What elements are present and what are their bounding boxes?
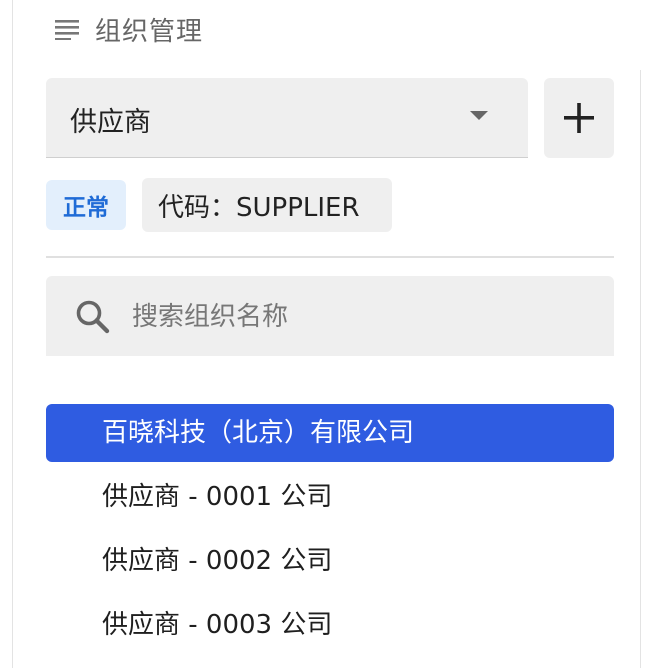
panel-right-border xyxy=(640,70,641,668)
menu-icon xyxy=(55,20,79,40)
status-badge: 正常 xyxy=(46,180,126,230)
list-item[interactable]: 供应商 - 0002 公司 xyxy=(46,532,614,590)
org-type-select-value: 供应商 xyxy=(70,107,151,138)
search-icon xyxy=(76,300,110,334)
org-type-select[interactable]: 供应商 xyxy=(46,78,528,158)
search-box xyxy=(46,276,614,356)
code-chip: 代码：SUPPLIER xyxy=(142,178,392,232)
panel-header: 组织管理 xyxy=(55,12,204,47)
list-item[interactable]: 供应商 - 0001 公司 xyxy=(46,468,614,526)
add-org-button[interactable] xyxy=(544,78,614,158)
divider xyxy=(46,256,614,258)
search-input[interactable] xyxy=(130,294,594,340)
list-item[interactable]: 供应商 - 0003 公司 xyxy=(46,596,614,654)
plus-icon xyxy=(564,103,594,133)
panel-left-border xyxy=(12,0,13,668)
list-item[interactable]: 百晓科技（北京）有限公司 xyxy=(46,404,614,462)
caret-down-icon xyxy=(470,111,488,120)
panel-title: 组织管理 xyxy=(95,16,204,47)
